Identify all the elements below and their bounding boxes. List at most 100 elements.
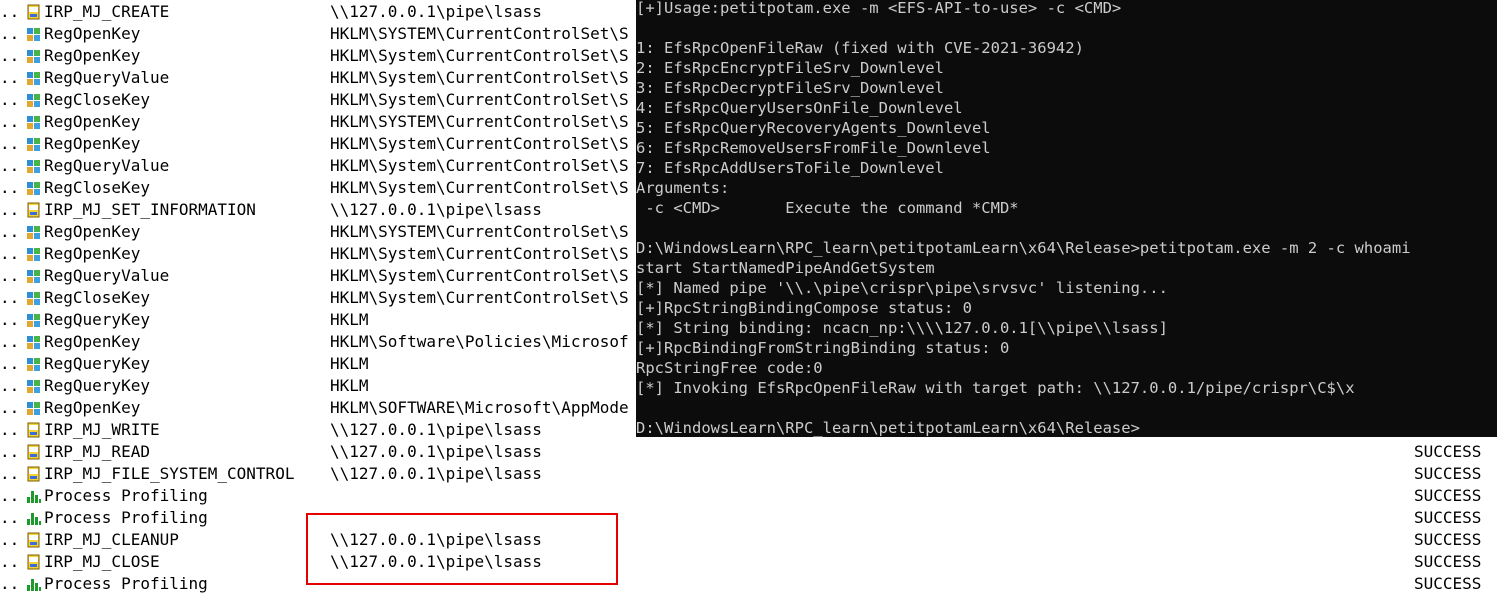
row-tree-dots: .. bbox=[0, 508, 20, 527]
path-cell: HKLM\System\CurrentControlSet\S bbox=[330, 156, 629, 175]
file-icon bbox=[26, 532, 42, 548]
path-cell: HKLM\System\CurrentControlSet\S bbox=[330, 266, 629, 285]
operation-cell: RegCloseKey bbox=[44, 90, 150, 109]
operation-cell: RegCloseKey bbox=[44, 178, 150, 197]
console-line: D:\WindowsLearn\RPC_learn\petitpotamLear… bbox=[636, 239, 1411, 257]
row-tree-dots: .. bbox=[0, 464, 20, 483]
console-line: [*] String binding: ncacn_np:\\\\127.0.0… bbox=[636, 319, 1168, 337]
console-line: RpcStringFree code:0 bbox=[636, 359, 823, 377]
row-tree-dots: .. bbox=[0, 178, 20, 197]
operation-cell: RegQueryKey bbox=[44, 376, 150, 395]
row-tree-dots: .. bbox=[0, 354, 20, 373]
row-tree-dots: .. bbox=[0, 486, 20, 505]
row-tree-dots: .. bbox=[0, 24, 20, 43]
path-cell: HKLM\System\CurrentControlSet\S bbox=[330, 134, 629, 153]
operation-cell: RegQueryKey bbox=[44, 310, 150, 329]
registry-icon bbox=[26, 26, 42, 42]
console-line: 4: EfsRpcQueryUsersOnFile_Downlevel bbox=[636, 99, 963, 117]
operation-cell: IRP_MJ_WRITE bbox=[44, 420, 160, 439]
result-cell: SUCCESS bbox=[1414, 574, 1482, 593]
path-cell: HKLM\Software\Policies\Microsof bbox=[330, 332, 629, 351]
operation-cell: RegCloseKey bbox=[44, 288, 150, 307]
console-line: 2: EfsRpcEncryptFileSrv_Downlevel bbox=[636, 59, 944, 77]
registry-icon bbox=[26, 246, 42, 262]
console-line: [+]RpcStringBindingCompose status: 0 bbox=[636, 299, 972, 317]
operation-cell: RegQueryValue bbox=[44, 68, 170, 87]
console-line: -c <CMD> Execute the command *CMD* bbox=[636, 199, 1019, 217]
path-cell: HKLM\System\CurrentControlSet\S bbox=[330, 178, 629, 197]
operation-cell: RegOpenKey bbox=[44, 398, 141, 417]
registry-icon bbox=[26, 312, 42, 328]
profiling-icon bbox=[26, 576, 42, 592]
row-tree-dots: .. bbox=[0, 288, 20, 307]
operation-cell: Process Profiling bbox=[44, 574, 208, 593]
console-line: 6: EfsRpcRemoveUsersFromFile_Downlevel bbox=[636, 139, 991, 157]
operation-cell: IRP_MJ_CREATE bbox=[44, 2, 170, 21]
event-row[interactable]: .. IRP_MJ_CLEANUP \\127.0.0.1\pipe\lsass SU… bbox=[0, 529, 1497, 551]
registry-icon bbox=[26, 92, 42, 108]
result-cell: SUCCESS bbox=[1414, 530, 1482, 549]
file-icon bbox=[26, 4, 42, 20]
event-row[interactable]: .. IRP_MJ_READ \\127.0.0.1\pipe\lsass SUCCE… bbox=[0, 441, 1497, 463]
row-tree-dots: .. bbox=[0, 530, 20, 549]
row-tree-dots: .. bbox=[0, 442, 20, 461]
row-tree-dots: .. bbox=[0, 420, 20, 439]
result-cell: SUCCESS bbox=[1414, 508, 1482, 527]
path-cell: HKLM\System\CurrentControlSet\S bbox=[330, 68, 629, 87]
registry-icon bbox=[26, 180, 42, 196]
path-cell: HKLM\SYSTEM\CurrentControlSet\S bbox=[330, 222, 629, 241]
registry-icon bbox=[26, 158, 42, 174]
row-tree-dots: .. bbox=[0, 244, 20, 263]
path-cell: \\127.0.0.1\pipe\lsass bbox=[330, 464, 542, 483]
operation-cell: RegOpenKey bbox=[44, 24, 141, 43]
path-cell: HKLM bbox=[330, 376, 369, 395]
operation-cell: IRP_MJ_READ bbox=[44, 442, 150, 461]
console-line: 5: EfsRpcQueryRecoveryAgents_Downlevel bbox=[636, 119, 991, 137]
registry-icon bbox=[26, 356, 42, 372]
event-row[interactable]: .. IRP_MJ_CLOSE \\127.0.0.1\pipe\lsass SUCC… bbox=[0, 551, 1497, 573]
file-icon bbox=[26, 466, 42, 482]
registry-icon bbox=[26, 224, 42, 240]
file-icon bbox=[26, 422, 42, 438]
operation-cell: IRP_MJ_CLOSE bbox=[44, 552, 160, 571]
console-window[interactable]: [+]Usage:petitpotam.exe -m <EFS-API-to-u… bbox=[636, 0, 1497, 437]
console-line: 3: EfsRpcDecryptFileSrv_Downlevel bbox=[636, 79, 944, 97]
result-cell: SUCCESS bbox=[1414, 552, 1482, 571]
row-tree-dots: .. bbox=[0, 2, 20, 21]
path-cell: \\127.0.0.1\pipe\lsass bbox=[330, 552, 542, 571]
operation-cell: RegQueryValue bbox=[44, 156, 170, 175]
file-icon bbox=[26, 202, 42, 218]
path-cell: HKLM bbox=[330, 310, 369, 329]
path-cell: \\127.0.0.1\pipe\lsass bbox=[330, 442, 542, 461]
row-tree-dots: .. bbox=[0, 222, 20, 241]
registry-icon bbox=[26, 290, 42, 306]
file-icon bbox=[26, 444, 42, 460]
path-cell: HKLM\System\CurrentControlSet\S bbox=[330, 288, 629, 307]
event-row[interactable]: .. Process Profiling SUCCESS bbox=[0, 507, 1497, 529]
row-tree-dots: .. bbox=[0, 134, 20, 153]
event-row[interactable]: .. IRP_MJ_FILE_SYSTEM_CONTROL \\127.0.0.1\… bbox=[0, 463, 1497, 485]
operation-cell: IRP_MJ_SET_INFORMATION bbox=[44, 200, 256, 219]
row-tree-dots: .. bbox=[0, 398, 20, 417]
row-tree-dots: .. bbox=[0, 46, 20, 65]
row-tree-dots: .. bbox=[0, 574, 20, 593]
path-cell: HKLM\System\CurrentControlSet\S bbox=[330, 90, 629, 109]
operation-cell: Process Profiling bbox=[44, 486, 208, 505]
row-tree-dots: .. bbox=[0, 266, 20, 285]
console-line: 7: EfsRpcAddUsersToFile_Downlevel bbox=[636, 159, 944, 177]
console-line: Arguments: bbox=[636, 179, 730, 197]
path-cell: \\127.0.0.1\pipe\lsass bbox=[330, 200, 542, 219]
path-cell: HKLM bbox=[330, 354, 369, 373]
row-tree-dots: .. bbox=[0, 156, 20, 175]
event-row[interactable]: .. Process Profiling SUCCESS bbox=[0, 485, 1497, 507]
operation-cell: IRP_MJ_FILE_SYSTEM_CONTROL bbox=[44, 464, 295, 483]
registry-icon bbox=[26, 136, 42, 152]
event-row[interactable]: .. Process Profiling SUCCESS bbox=[0, 573, 1497, 595]
registry-icon bbox=[26, 334, 42, 350]
operation-cell: IRP_MJ_CLEANUP bbox=[44, 530, 179, 549]
registry-icon bbox=[26, 378, 42, 394]
operation-cell: RegOpenKey bbox=[44, 112, 141, 131]
console-line: [*] Invoking EfsRpcOpenFileRaw with targ… bbox=[636, 379, 1355, 397]
operation-cell: RegOpenKey bbox=[44, 46, 141, 65]
